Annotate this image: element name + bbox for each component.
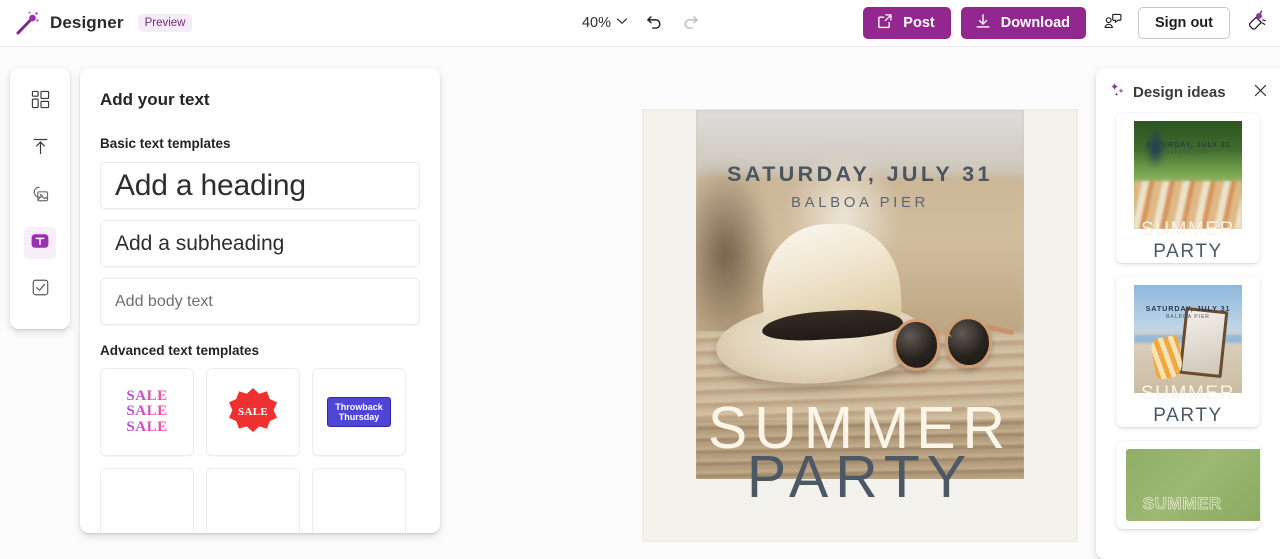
undo-button[interactable] bbox=[638, 7, 670, 39]
rail-item-upload[interactable] bbox=[24, 133, 56, 165]
starburst-label: SALE bbox=[238, 406, 268, 418]
text-panel: Add your text Basic text templates Add a… bbox=[80, 68, 440, 533]
basic-templates-label: Basic text templates bbox=[100, 136, 420, 151]
design-idea-card-1[interactable]: SATURDAY, JULY 31 BALBOA PIER SUMMER PAR… bbox=[1116, 113, 1260, 263]
advanced-templates-label: Advanced text templates bbox=[100, 343, 420, 358]
design-canvas[interactable]: SATURDAY, JULY 31 BALBOA PIER SUMMER PAR… bbox=[643, 110, 1077, 541]
post-button[interactable]: Post bbox=[863, 7, 950, 39]
text-template-body[interactable]: Add body text bbox=[100, 278, 420, 325]
advanced-templates-grid: SALE SALE SALE SALE Throwback Thursday bbox=[100, 368, 420, 456]
magic-wand-icon bbox=[14, 10, 40, 36]
grid-templates-icon bbox=[31, 90, 50, 114]
design-ideas-title: Design ideas bbox=[1133, 84, 1246, 101]
undo-arrow-icon bbox=[645, 12, 664, 34]
share-export-icon bbox=[876, 12, 894, 34]
chevron-down-icon bbox=[614, 13, 630, 34]
idea-2-place-text: BALBOA PIER bbox=[1134, 314, 1242, 320]
zoom-control[interactable]: 40% bbox=[574, 9, 634, 38]
design-ideas-panel: Design ideas SATURDAY, JULY 31 BALBOA PI… bbox=[1096, 68, 1280, 559]
sale-line-3: SALE bbox=[126, 420, 167, 435]
idea-1-place-text: BALBOA PIER bbox=[1134, 150, 1242, 156]
throwback-line-1: Throwback bbox=[335, 402, 383, 412]
design-idea-card-3[interactable]: SUMMER bbox=[1116, 441, 1260, 529]
sign-out-button[interactable]: Sign out bbox=[1138, 7, 1230, 39]
advanced-template-row2-3[interactable] bbox=[312, 468, 406, 533]
idea-1-headline-top: SUMMER bbox=[1134, 220, 1242, 239]
announcement-button[interactable] bbox=[1240, 7, 1272, 39]
preview-badge: Preview bbox=[138, 14, 193, 32]
rail-item-media[interactable] bbox=[24, 180, 56, 212]
download-button[interactable]: Download bbox=[961, 7, 1086, 39]
rail-item-text[interactable] bbox=[24, 227, 56, 259]
text-template-heading[interactable]: Add a heading bbox=[100, 162, 420, 209]
redo-button[interactable] bbox=[674, 7, 706, 39]
brand-area[interactable]: Designer Preview bbox=[0, 10, 192, 36]
top-toolbar: Designer Preview 40% bbox=[0, 0, 1280, 47]
download-arrow-icon bbox=[974, 12, 992, 34]
idea-2-headline-bottom: PARTY bbox=[1134, 406, 1242, 425]
text-template-subheading-label: Add a subheading bbox=[115, 232, 284, 256]
feedback-button[interactable] bbox=[1096, 7, 1128, 39]
rail-item-templates[interactable] bbox=[24, 86, 56, 118]
sale-line-1: SALE bbox=[126, 389, 167, 404]
design-title-block: SATURDAY, JULY 31 BALBOA PIER bbox=[696, 162, 1024, 211]
upload-arrow-icon bbox=[31, 137, 50, 161]
advanced-template-sale-starburst[interactable]: SALE bbox=[206, 368, 300, 456]
design-idea-card-2[interactable]: SATURDAY, JULY 31 BALBOA PIER SUMMER PAR… bbox=[1116, 277, 1260, 427]
design-idea-thumb-1: SATURDAY, JULY 31 BALBOA PIER SUMMER PAR… bbox=[1134, 121, 1242, 255]
app-title: Designer bbox=[50, 13, 124, 33]
sale-stack-art: SALE SALE SALE bbox=[126, 389, 167, 435]
text-t-icon bbox=[29, 230, 51, 257]
advanced-template-throwback[interactable]: Throwback Thursday bbox=[312, 368, 406, 456]
rail-item-brand[interactable] bbox=[24, 274, 56, 306]
account-actions: Post Download bbox=[863, 0, 1272, 47]
design-place-text: BALBOA PIER bbox=[696, 194, 1024, 211]
throwback-badge: Throwback Thursday bbox=[327, 397, 391, 428]
advanced-template-sale-stack[interactable]: SALE SALE SALE bbox=[100, 368, 194, 456]
redo-arrow-icon bbox=[681, 12, 700, 34]
design-headline-bottom: PARTY bbox=[696, 448, 1024, 507]
advanced-template-row2-1[interactable] bbox=[100, 468, 194, 533]
close-x-icon[interactable] bbox=[1253, 83, 1268, 103]
idea-1-photo-picnic-grass bbox=[1134, 121, 1242, 229]
design-artboard[interactable]: SATURDAY, JULY 31 BALBOA PIER SUMMER PAR… bbox=[696, 110, 1024, 479]
idea-2-photo-beach-chair bbox=[1134, 285, 1242, 393]
design-idea-thumb-3: SUMMER bbox=[1134, 449, 1242, 529]
panel-title: Add your text bbox=[100, 90, 420, 110]
download-button-label: Download bbox=[1001, 15, 1070, 31]
design-idea-thumb-2: SATURDAY, JULY 31 BALBOA PIER SUMMER PAR… bbox=[1134, 285, 1242, 419]
sale-line-2: SALE bbox=[126, 404, 167, 419]
idea-2-date-text: SATURDAY, JULY 31 bbox=[1134, 304, 1242, 313]
post-button-label: Post bbox=[903, 15, 934, 31]
idea-3-headline-top: SUMMER bbox=[1143, 495, 1234, 512]
idea-2-headline-top: SUMMER bbox=[1134, 384, 1242, 403]
sparkle-ideas-icon bbox=[1110, 82, 1126, 103]
idea-1-headline-bottom: PARTY bbox=[1134, 242, 1242, 261]
text-template-heading-label: Add a heading bbox=[115, 169, 306, 203]
text-template-subheading[interactable]: Add a subheading bbox=[100, 220, 420, 267]
advanced-templates-grid-row2 bbox=[100, 468, 420, 533]
starburst-shape: SALE bbox=[229, 388, 277, 436]
feedback-person-icon bbox=[1102, 11, 1123, 35]
checkbox-brand-icon bbox=[31, 278, 50, 302]
advanced-template-row2-2[interactable] bbox=[206, 468, 300, 533]
throwback-line-2: Thursday bbox=[335, 412, 383, 422]
canvas-tools: 40% bbox=[574, 0, 706, 47]
design-ideas-header: Design ideas bbox=[1096, 68, 1280, 113]
left-tool-rail bbox=[10, 68, 70, 329]
text-template-body-label: Add body text bbox=[115, 293, 213, 311]
image-media-icon bbox=[30, 184, 50, 209]
zoom-level-value: 40% bbox=[582, 15, 611, 31]
design-date-text: SATURDAY, JULY 31 bbox=[696, 162, 1024, 187]
megaphone-icon bbox=[1245, 10, 1268, 36]
designer-app: Designer Preview 40% bbox=[0, 0, 1280, 559]
idea-1-date-text: SATURDAY, JULY 31 bbox=[1134, 140, 1242, 149]
